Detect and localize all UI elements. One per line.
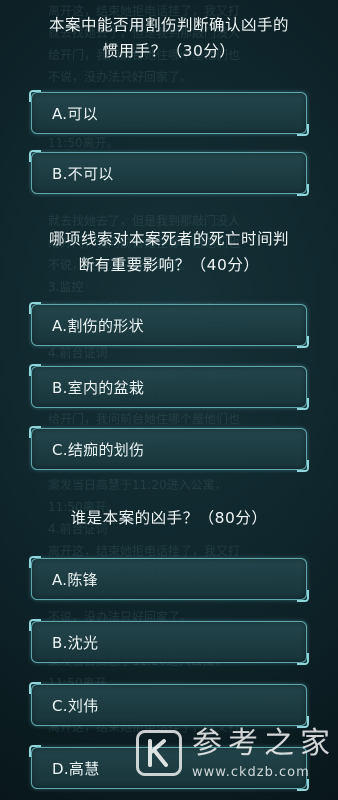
watermark-url: www.ckdzb.com [192, 764, 310, 780]
option-label: A.陈锋 [52, 570, 98, 589]
option-label: C.刘伟 [52, 696, 99, 715]
k-logo-icon [136, 730, 182, 776]
option-label: B.沈光 [52, 633, 99, 652]
question-3-text: 谁是本案的凶手？（80分） [70, 509, 268, 527]
q1-option-a[interactable]: A.可以 [29, 90, 309, 136]
q2-option-c[interactable]: C.结痂的划伤 [29, 426, 309, 472]
question-1-text: 本案中能否用割伤判断确认凶手的 惯用手？（30分） [48, 16, 289, 60]
site-watermark: 参考之家 www.ckdzb.com [136, 718, 338, 788]
option-label: A.割伤的形状 [52, 316, 144, 335]
q3-option-a[interactable]: A.陈锋 [29, 556, 309, 602]
option-label: A.可以 [52, 104, 98, 123]
q3-option-b[interactable]: B.沈光 [29, 619, 309, 665]
question-2-text: 哪项线索对本案死者的死亡时间判 断有重要影响？（40分） [48, 230, 289, 274]
watermark-name: 参考之家 [192, 725, 336, 761]
q1-option-b[interactable]: B.不可以 [29, 150, 309, 196]
option-label: B.室内的盆栽 [52, 378, 145, 397]
option-label: D.高慧 [52, 759, 100, 778]
option-label: C.结痂的划伤 [52, 440, 145, 459]
q2-option-a[interactable]: A.割伤的形状 [29, 302, 309, 348]
option-label: B.不可以 [52, 164, 114, 183]
q2-option-b[interactable]: B.室内的盆栽 [29, 364, 309, 410]
